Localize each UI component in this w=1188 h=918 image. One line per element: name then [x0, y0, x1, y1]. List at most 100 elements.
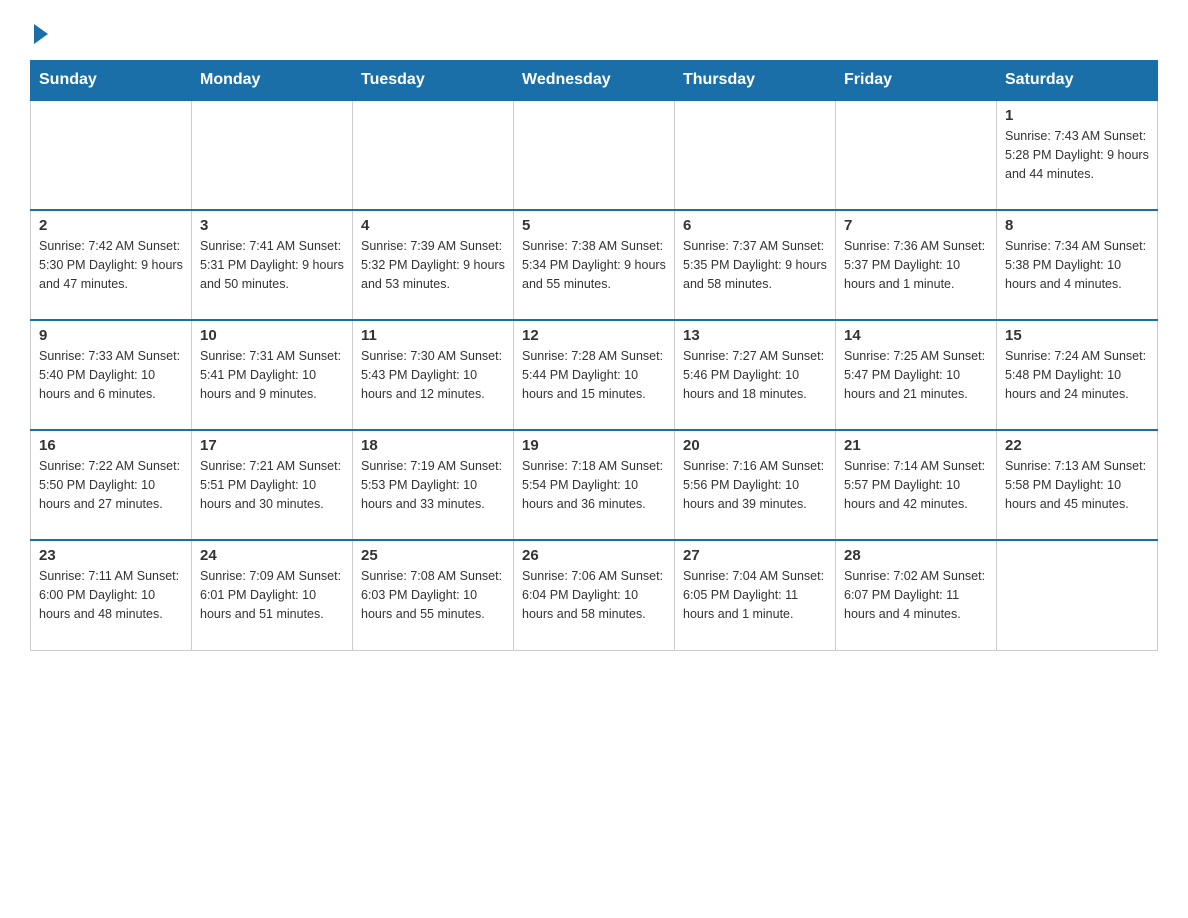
- day-info: Sunrise: 7:14 AM Sunset: 5:57 PM Dayligh…: [844, 457, 988, 513]
- day-info: Sunrise: 7:09 AM Sunset: 6:01 PM Dayligh…: [200, 567, 344, 623]
- calendar-week-row: 23 Sunrise: 7:11 AM Sunset: 6:00 PM Dayli…: [31, 540, 1158, 650]
- calendar-week-row: 2 Sunrise: 7:42 AM Sunset: 5:30 PM Daylig…: [31, 210, 1158, 320]
- day-info: Sunrise: 7:33 AM Sunset: 5:40 PM Dayligh…: [39, 347, 183, 403]
- logo-arrow-icon: [34, 24, 48, 44]
- calendar-cell: 28Sunrise: 7:02 AM Sunset: 6:07 PM Dayli…: [836, 540, 997, 650]
- calendar-cell: 5 Sunrise: 7:38 AM Sunset: 5:34 PM Daylig…: [514, 210, 675, 320]
- day-number: 14: [844, 327, 988, 344]
- day-info: Sunrise: 7:18 AM Sunset: 5:54 PM Dayligh…: [522, 457, 666, 513]
- day-number: 20: [683, 437, 827, 454]
- calendar-cell: 26 Sunrise: 7:06 AM Sunset: 6:04 PM Dayli…: [514, 540, 675, 650]
- column-header-sunday: Sunday: [31, 61, 192, 101]
- day-number: 19: [522, 437, 666, 454]
- calendar-cell: 10 Sunrise: 7:31 AM Sunset: 5:41 PM Dayli…: [192, 320, 353, 430]
- calendar-cell: [836, 100, 997, 210]
- calendar-cell: 3Sunrise: 7:41 AM Sunset: 5:31 PM Daylig…: [192, 210, 353, 320]
- calendar-cell: 8 Sunrise: 7:34 AM Sunset: 5:38 PM Daylig…: [997, 210, 1158, 320]
- calendar-cell: [997, 540, 1158, 650]
- day-info: Sunrise: 7:13 AM Sunset: 5:58 PM Dayligh…: [1005, 457, 1149, 513]
- day-info: Sunrise: 7:37 AM Sunset: 5:35 PM Dayligh…: [683, 237, 827, 293]
- day-info: Sunrise: 7:39 AM Sunset: 5:32 PM Dayligh…: [361, 237, 505, 293]
- day-info: Sunrise: 7:25 AM Sunset: 5:47 PM Dayligh…: [844, 347, 988, 403]
- day-number: 8: [1005, 217, 1149, 234]
- calendar-cell: 21 Sunrise: 7:14 AM Sunset: 5:57 PM Dayli…: [836, 430, 997, 540]
- day-number: 23: [39, 547, 183, 564]
- calendar-cell: 27 Sunrise: 7:04 AM Sunset: 6:05 PM Dayli…: [675, 540, 836, 650]
- calendar-week-row: 1 Sunrise: 7:43 AM Sunset: 5:28 PM Daylig…: [31, 100, 1158, 210]
- column-header-thursday: Thursday: [675, 61, 836, 101]
- calendar-cell: 24 Sunrise: 7:09 AM Sunset: 6:01 PM Dayli…: [192, 540, 353, 650]
- calendar-cell: [31, 100, 192, 210]
- day-number: 1: [1005, 107, 1149, 124]
- day-info: Sunrise: 7:30 AM Sunset: 5:43 PM Dayligh…: [361, 347, 505, 403]
- day-info: Sunrise: 7:24 AM Sunset: 5:48 PM Dayligh…: [1005, 347, 1149, 403]
- calendar-week-row: 9 Sunrise: 7:33 AM Sunset: 5:40 PM Daylig…: [31, 320, 1158, 430]
- day-number: 7: [844, 217, 988, 234]
- logo-top: [30, 20, 48, 44]
- day-number: 17: [200, 437, 344, 454]
- calendar-week-row: 16 Sunrise: 7:22 AM Sunset: 5:50 PM Dayli…: [31, 430, 1158, 540]
- day-number: 26: [522, 547, 666, 564]
- day-info: Sunrise: 7:36 AM Sunset: 5:37 PM Dayligh…: [844, 237, 988, 293]
- calendar-cell: [353, 100, 514, 210]
- calendar-cell: 7 Sunrise: 7:36 AM Sunset: 5:37 PM Daylig…: [836, 210, 997, 320]
- calendar-cell: 13Sunrise: 7:27 AM Sunset: 5:46 PM Dayli…: [675, 320, 836, 430]
- day-info: Sunrise: 7:38 AM Sunset: 5:34 PM Dayligh…: [522, 237, 666, 293]
- calendar-cell: 15 Sunrise: 7:24 AM Sunset: 5:48 PM Dayli…: [997, 320, 1158, 430]
- calendar-table: SundayMondayTuesdayWednesdayThursdayFrid…: [30, 60, 1158, 651]
- calendar-cell: 22 Sunrise: 7:13 AM Sunset: 5:58 PM Dayli…: [997, 430, 1158, 540]
- column-header-saturday: Saturday: [997, 61, 1158, 101]
- day-number: 12: [522, 327, 666, 344]
- calendar-cell: 11 Sunrise: 7:30 AM Sunset: 5:43 PM Dayli…: [353, 320, 514, 430]
- day-number: 27: [683, 547, 827, 564]
- calendar-cell: [192, 100, 353, 210]
- day-info: Sunrise: 7:31 AM Sunset: 5:41 PM Dayligh…: [200, 347, 344, 403]
- day-number: 10: [200, 327, 344, 344]
- calendar-cell: 6 Sunrise: 7:37 AM Sunset: 5:35 PM Daylig…: [675, 210, 836, 320]
- day-info: Sunrise: 7:04 AM Sunset: 6:05 PM Dayligh…: [683, 567, 827, 623]
- calendar-cell: 18 Sunrise: 7:19 AM Sunset: 5:53 PM Dayli…: [353, 430, 514, 540]
- day-info: Sunrise: 7:08 AM Sunset: 6:03 PM Dayligh…: [361, 567, 505, 623]
- calendar-cell: 12Sunrise: 7:28 AM Sunset: 5:44 PM Dayli…: [514, 320, 675, 430]
- day-number: 9: [39, 327, 183, 344]
- column-header-monday: Monday: [192, 61, 353, 101]
- calendar-cell: 9 Sunrise: 7:33 AM Sunset: 5:40 PM Daylig…: [31, 320, 192, 430]
- page-header: [30, 20, 1158, 40]
- day-info: Sunrise: 7:11 AM Sunset: 6:00 PM Dayligh…: [39, 567, 183, 623]
- day-info: Sunrise: 7:42 AM Sunset: 5:30 PM Dayligh…: [39, 237, 183, 293]
- day-info: Sunrise: 7:21 AM Sunset: 5:51 PM Dayligh…: [200, 457, 344, 513]
- day-number: 28: [844, 547, 988, 564]
- day-info: Sunrise: 7:06 AM Sunset: 6:04 PM Dayligh…: [522, 567, 666, 623]
- day-number: 2: [39, 217, 183, 234]
- day-number: 25: [361, 547, 505, 564]
- day-number: 5: [522, 217, 666, 234]
- day-info: Sunrise: 7:19 AM Sunset: 5:53 PM Dayligh…: [361, 457, 505, 513]
- column-header-wednesday: Wednesday: [514, 61, 675, 101]
- day-info: Sunrise: 7:41 AM Sunset: 5:31 PM Dayligh…: [200, 237, 344, 293]
- day-info: Sunrise: 7:34 AM Sunset: 5:38 PM Dayligh…: [1005, 237, 1149, 293]
- day-info: Sunrise: 7:16 AM Sunset: 5:56 PM Dayligh…: [683, 457, 827, 513]
- calendar-cell: 16 Sunrise: 7:22 AM Sunset: 5:50 PM Dayli…: [31, 430, 192, 540]
- logo: [30, 20, 48, 40]
- day-number: 4: [361, 217, 505, 234]
- calendar-cell: 25 Sunrise: 7:08 AM Sunset: 6:03 PM Dayli…: [353, 540, 514, 650]
- day-number: 16: [39, 437, 183, 454]
- day-number: 11: [361, 327, 505, 344]
- day-number: 21: [844, 437, 988, 454]
- calendar-cell: 20 Sunrise: 7:16 AM Sunset: 5:56 PM Dayli…: [675, 430, 836, 540]
- calendar-cell: 4 Sunrise: 7:39 AM Sunset: 5:32 PM Daylig…: [353, 210, 514, 320]
- calendar-cell: 2 Sunrise: 7:42 AM Sunset: 5:30 PM Daylig…: [31, 210, 192, 320]
- day-info: Sunrise: 7:43 AM Sunset: 5:28 PM Dayligh…: [1005, 127, 1149, 183]
- day-number: 24: [200, 547, 344, 564]
- day-number: 22: [1005, 437, 1149, 454]
- day-number: 18: [361, 437, 505, 454]
- calendar-cell: [514, 100, 675, 210]
- day-info: Sunrise: 7:22 AM Sunset: 5:50 PM Dayligh…: [39, 457, 183, 513]
- calendar-header-row: SundayMondayTuesdayWednesdayThursdayFrid…: [31, 61, 1158, 101]
- calendar-cell: 23 Sunrise: 7:11 AM Sunset: 6:00 PM Dayli…: [31, 540, 192, 650]
- day-number: 6: [683, 217, 827, 234]
- calendar-cell: [675, 100, 836, 210]
- calendar-cell: 19 Sunrise: 7:18 AM Sunset: 5:54 PM Dayli…: [514, 430, 675, 540]
- column-header-tuesday: Tuesday: [353, 61, 514, 101]
- day-number: 15: [1005, 327, 1149, 344]
